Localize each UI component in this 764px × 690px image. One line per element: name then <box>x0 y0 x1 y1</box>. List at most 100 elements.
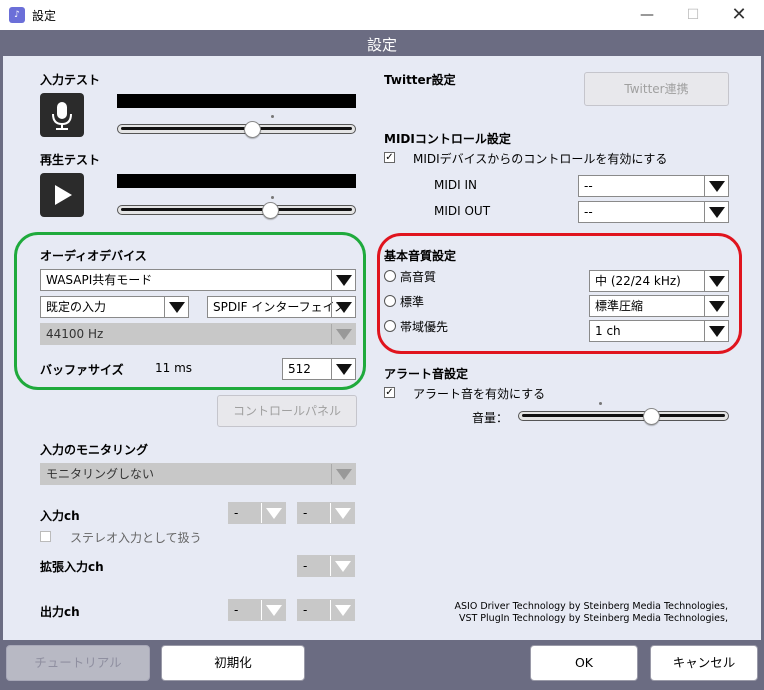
twitter-link-button[interactable]: Twitter連携 <box>584 72 729 106</box>
midi-control-label: MIDIコントロール設定 <box>384 132 511 146</box>
chevron-down-icon <box>330 600 354 620</box>
quality-standard-label: 標準 <box>400 295 425 309</box>
playback-level-meter <box>117 174 356 188</box>
midi-enable-label: MIDIデバイスからのコントロールを有効にする <box>413 152 668 166</box>
alert-enable-label: アラート音を有効にする <box>413 387 546 401</box>
buffer-size-select[interactable]: 512 <box>282 358 356 380</box>
playback-test-button[interactable] <box>40 173 84 217</box>
output-ch-label: 出力ch <box>40 605 80 619</box>
chevron-down-icon <box>331 270 355 290</box>
midi-out-select[interactable]: -- <box>578 201 729 223</box>
midi-in-select[interactable]: -- <box>578 175 729 197</box>
alert-sound-label: アラート音設定 <box>384 367 469 381</box>
extended-input-ch-select[interactable]: - <box>297 555 355 577</box>
input-ch-right-value: - <box>303 506 308 520</box>
microphone-icon <box>52 102 72 130</box>
ok-button[interactable]: OK <box>530 645 638 681</box>
quality-bandwidth-radio[interactable] <box>384 320 396 332</box>
extended-input-ch-label: 拡張入力ch <box>40 560 104 574</box>
playback-test-label: 再生テスト <box>40 153 101 167</box>
audio-output-select[interactable]: SPDIF インターフェイス <box>207 296 356 318</box>
close-button[interactable]: ✕ <box>716 0 762 30</box>
chevron-down-icon <box>261 600 285 620</box>
chevron-down-icon <box>261 503 285 523</box>
reset-button[interactable]: 初期化 <box>161 645 305 681</box>
audio-driver-select[interactable]: WASAPI共有モード <box>40 269 356 291</box>
input-level-meter <box>117 94 356 108</box>
monitoring-select[interactable]: モニタリングしない <box>40 463 356 485</box>
output-ch-right-select[interactable]: - <box>297 599 355 621</box>
output-ch-left-value: - <box>234 603 239 617</box>
chevron-down-icon <box>704 202 728 222</box>
input-ch-label: 入力ch <box>40 509 80 523</box>
slider-tick <box>271 196 274 199</box>
quality-standard-select[interactable]: 標準圧縮 <box>589 295 729 317</box>
midi-out-value: -- <box>584 205 593 219</box>
chevron-down-icon <box>331 464 355 484</box>
quality-standard-radio[interactable] <box>384 295 396 307</box>
audio-driver-value: WASAPI共有モード <box>46 273 153 287</box>
midi-enable-checkbox[interactable]: ✓ <box>384 152 395 163</box>
input-ch-left-select[interactable]: - <box>228 502 286 524</box>
midi-in-label: MIDI IN <box>434 178 478 192</box>
input-ch-left-value: - <box>234 506 239 520</box>
control-panel-button[interactable]: コントロールパネル <box>217 395 357 427</box>
minimize-button[interactable]: — <box>624 0 670 30</box>
play-icon <box>55 185 72 205</box>
audio-quality-label: 基本音質設定 <box>384 249 457 263</box>
audio-output-value: SPDIF インターフェイス <box>213 300 347 314</box>
tutorial-button[interactable]: チュートリアル <box>6 645 150 681</box>
chevron-down-icon <box>704 296 728 316</box>
asio-credit: ASIO Driver Technology by Steinberg Medi… <box>454 601 728 612</box>
page-title: 設定 <box>366 36 397 54</box>
buffer-latency: 11 ms <box>155 361 193 375</box>
audio-input-select[interactable]: 既定の入力 <box>40 296 189 318</box>
chevron-down-icon <box>331 297 355 317</box>
app-icon: ♪ <box>9 7 25 23</box>
output-ch-right-value: - <box>303 603 308 617</box>
chevron-down-icon <box>164 297 188 317</box>
maximize-button[interactable]: ☐ <box>670 0 716 30</box>
midi-in-value: -- <box>584 179 593 193</box>
chevron-down-icon <box>704 321 728 341</box>
input-gain-slider[interactable] <box>117 124 356 134</box>
slider-tick <box>599 402 602 405</box>
input-test-label: 入力テスト <box>40 73 101 87</box>
playback-volume-slider-thumb[interactable] <box>261 202 279 219</box>
chevron-down-icon <box>330 503 354 523</box>
sample-rate-value: 44100 Hz <box>46 327 104 341</box>
chevron-down-icon <box>331 324 355 344</box>
quality-high-label: 高音質 <box>400 270 437 284</box>
alert-volume-slider[interactable] <box>518 411 729 421</box>
quality-bandwidth-value: 1 ch <box>595 324 621 338</box>
alert-volume-label: 音量： <box>472 411 509 425</box>
input-ch-right-select[interactable]: - <box>297 502 355 524</box>
window-title: 設定 <box>32 9 57 23</box>
input-gain-slider-thumb[interactable] <box>243 121 261 138</box>
audio-input-value: 既定の入力 <box>46 300 107 314</box>
quality-bandwidth-select[interactable]: 1 ch <box>589 320 729 342</box>
vst-credit: VST PlugIn Technology by Steinberg Media… <box>458 613 728 624</box>
playback-volume-slider[interactable] <box>117 205 356 215</box>
alert-volume-slider-thumb[interactable] <box>642 408 660 425</box>
quality-high-select[interactable]: 中 (22/24 kHz) <box>589 270 729 292</box>
quality-bandwidth-label: 帯域優先 <box>400 320 449 334</box>
buffer-size-value: 512 <box>288 362 311 376</box>
chevron-down-icon <box>330 556 354 576</box>
output-ch-left-select[interactable]: - <box>228 599 286 621</box>
input-test-button[interactable] <box>40 93 84 137</box>
quality-standard-value: 標準圧縮 <box>595 299 644 313</box>
quality-high-value: 中 (22/24 kHz) <box>595 274 681 288</box>
cancel-button[interactable]: キャンセル <box>650 645 758 681</box>
midi-out-label: MIDI OUT <box>434 204 491 218</box>
twitter-label: Twitter設定 <box>384 73 456 87</box>
buffer-size-label: バッファサイズ <box>40 363 124 377</box>
stereo-input-checkbox[interactable] <box>40 531 51 542</box>
audio-device-label: オーディオデバイス <box>40 249 147 263</box>
chevron-down-icon <box>704 176 728 196</box>
quality-high-radio[interactable] <box>384 270 396 282</box>
sample-rate-select[interactable]: 44100 Hz <box>40 323 356 345</box>
monitoring-value: モニタリングしない <box>46 467 155 481</box>
extended-input-ch-value: - <box>303 559 308 573</box>
alert-enable-checkbox[interactable]: ✓ <box>384 387 395 398</box>
